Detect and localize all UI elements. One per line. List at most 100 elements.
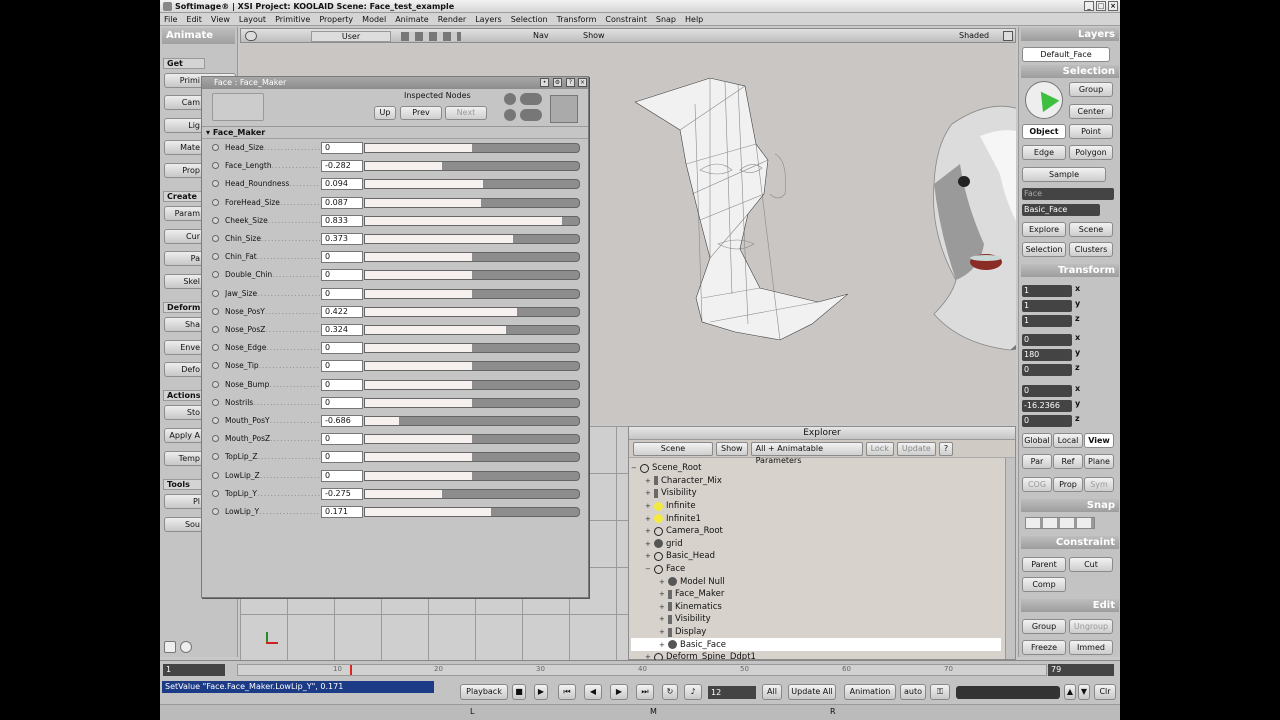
parameter-value-field[interactable]: 0 — [321, 360, 363, 373]
group-edit-button[interactable]: Group — [1022, 619, 1066, 634]
local-button[interactable]: Local — [1053, 433, 1083, 448]
cut-button[interactable]: Cut — [1069, 557, 1113, 572]
expand-icon[interactable]: + — [645, 515, 652, 523]
key-status-field[interactable] — [956, 686, 1060, 699]
animate-toggle-icon[interactable] — [212, 417, 219, 424]
stop-icon[interactable]: ■ — [512, 684, 526, 700]
parameter-slider[interactable] — [364, 252, 580, 263]
parameter-slider[interactable] — [364, 306, 580, 317]
menu-property[interactable]: Property — [319, 15, 353, 24]
selected-model-field[interactable]: Basic_Face — [1022, 204, 1100, 216]
animate-toggle-icon[interactable] — [212, 380, 219, 388]
parameter-value-field[interactable]: 0 — [321, 269, 363, 282]
toolbar-title[interactable]: Animate — [162, 28, 235, 44]
parameter-slider[interactable] — [364, 488, 580, 499]
maximize-viewport-icon[interactable] — [1003, 31, 1013, 41]
global-button[interactable]: Global — [1022, 433, 1052, 448]
edge-button[interactable]: Edge — [1022, 145, 1066, 160]
animate-toggle-icon[interactable] — [212, 508, 219, 515]
animate-toggle-icon[interactable] — [212, 289, 219, 297]
play-icon[interactable]: ▶ — [610, 684, 628, 700]
parameter-slider[interactable] — [364, 270, 580, 281]
help-circle-icon[interactable] — [504, 109, 516, 121]
parameter-slider[interactable] — [364, 215, 580, 226]
menu-snap[interactable]: Snap — [656, 15, 676, 24]
select-arrow-icon[interactable] — [1025, 81, 1063, 119]
parameter-value-field[interactable]: 0 — [321, 251, 363, 264]
update-all-button[interactable]: Update All — [788, 684, 836, 700]
parameter-slider[interactable] — [364, 325, 580, 335]
current-frame-field[interactable]: 12 — [708, 686, 756, 699]
parameter-slider[interactable] — [364, 416, 580, 426]
translate-x-field[interactable]: 0 — [1022, 385, 1072, 397]
parameter-slider[interactable] — [364, 397, 580, 408]
explorer-scrollbar[interactable] — [1005, 458, 1015, 659]
menu-render[interactable]: Render — [438, 15, 466, 24]
parameter-slider[interactable] — [364, 197, 580, 208]
rotate-z-field[interactable]: 0 — [1022, 364, 1072, 376]
polygon-button[interactable]: Polygon — [1069, 145, 1113, 160]
point-button[interactable]: Point — [1069, 124, 1113, 139]
tree-item[interactable]: + Kinematics — [631, 601, 1001, 614]
viewport-show-menu[interactable]: Show — [583, 31, 605, 40]
tree-item[interactable]: + Camera_Root — [631, 525, 1001, 538]
parameter-value-field[interactable]: 0 — [321, 433, 363, 446]
animate-toggle-icon[interactable] — [212, 162, 219, 170]
parameter-slider[interactable] — [364, 234, 580, 244]
explorer-scope-dropdown[interactable]: Scene — [633, 441, 713, 456]
animate-toggle-icon[interactable] — [212, 235, 219, 242]
close-button[interactable]: × — [1108, 1, 1118, 11]
auto-key-button[interactable]: auto — [900, 684, 926, 700]
parameter-value-field[interactable]: 0.373 — [321, 233, 363, 245]
immed-button[interactable]: Immed — [1069, 640, 1113, 655]
animate-toggle-icon[interactable] — [212, 453, 219, 461]
parameter-slider[interactable] — [364, 452, 580, 463]
face-maker-section-header[interactable]: ▾ Face_Maker — [202, 127, 588, 139]
prev-button[interactable]: Prev — [400, 106, 442, 120]
animate-toggle-icon[interactable] — [212, 471, 219, 479]
comp-button[interactable]: Comp — [1022, 577, 1066, 592]
expand-icon[interactable]: + — [659, 578, 666, 586]
parameter-slider[interactable] — [364, 143, 580, 153]
rotate-x-field[interactable]: 0 — [1022, 334, 1072, 346]
explorer-help-icon[interactable]: ? — [938, 441, 954, 456]
parameter-value-field[interactable]: -0.282 — [321, 160, 363, 173]
playback-menu[interactable]: Playback — [460, 684, 508, 700]
parameter-value-field[interactable]: 0 — [321, 287, 363, 300]
tree-item[interactable]: + Character_Mix — [631, 475, 1001, 488]
tree-item[interactable]: + Basic_Head — [631, 550, 1001, 563]
parameter-slider[interactable] — [364, 288, 580, 299]
property-editor-titlebar[interactable]: Face : Face_Maker • ⚙ ? × — [202, 77, 588, 89]
tree-item[interactable]: + Visibility — [631, 487, 1001, 500]
layer-dropdown[interactable]: Default_Face — [1022, 47, 1110, 62]
viewport-nav-menu[interactable]: Nav — [533, 31, 549, 40]
parameter-value-field[interactable]: 0 — [321, 342, 363, 355]
ungroup-button[interactable]: Ungroup — [1069, 619, 1113, 634]
clusters-button[interactable]: Clusters — [1069, 242, 1113, 257]
menu-model[interactable]: Model — [362, 15, 386, 24]
tree-item[interactable]: + Basic_Face — [631, 638, 1001, 651]
first-frame-icon[interactable]: ⏮ — [558, 684, 576, 700]
expand-icon[interactable]: + — [645, 502, 652, 510]
parameter-slider[interactable] — [364, 179, 580, 190]
close-icon[interactable]: × — [578, 78, 587, 87]
viewport-menu-icon[interactable] — [245, 31, 257, 41]
lock-icon[interactable] — [504, 93, 516, 105]
next-key-nav-icon[interactable]: ▼ — [1078, 684, 1090, 700]
prev-key-icon[interactable]: ◀ — [584, 684, 602, 700]
cog-button[interactable]: COG — [1022, 477, 1052, 492]
expand-icon[interactable]: + — [645, 552, 652, 560]
loop-icon[interactable]: ↻ — [662, 684, 678, 700]
minimize-button[interactable]: _ — [1084, 1, 1094, 11]
animate-toggle-icon[interactable] — [212, 435, 219, 443]
parameter-value-field[interactable]: 0 — [321, 142, 363, 154]
freeze-button[interactable]: Freeze — [1022, 640, 1066, 655]
expand-icon[interactable]: + — [659, 590, 666, 598]
animate-toggle-icon[interactable] — [212, 180, 219, 188]
refresh-icon[interactable] — [520, 93, 542, 105]
parent-button[interactable]: Parent — [1022, 557, 1066, 572]
animate-toggle-icon[interactable] — [212, 198, 219, 206]
explorer-lock-button[interactable]: Lock — [865, 441, 894, 456]
layout-icon[interactable] — [164, 641, 176, 653]
animation-menu[interactable]: Animation — [844, 684, 896, 700]
